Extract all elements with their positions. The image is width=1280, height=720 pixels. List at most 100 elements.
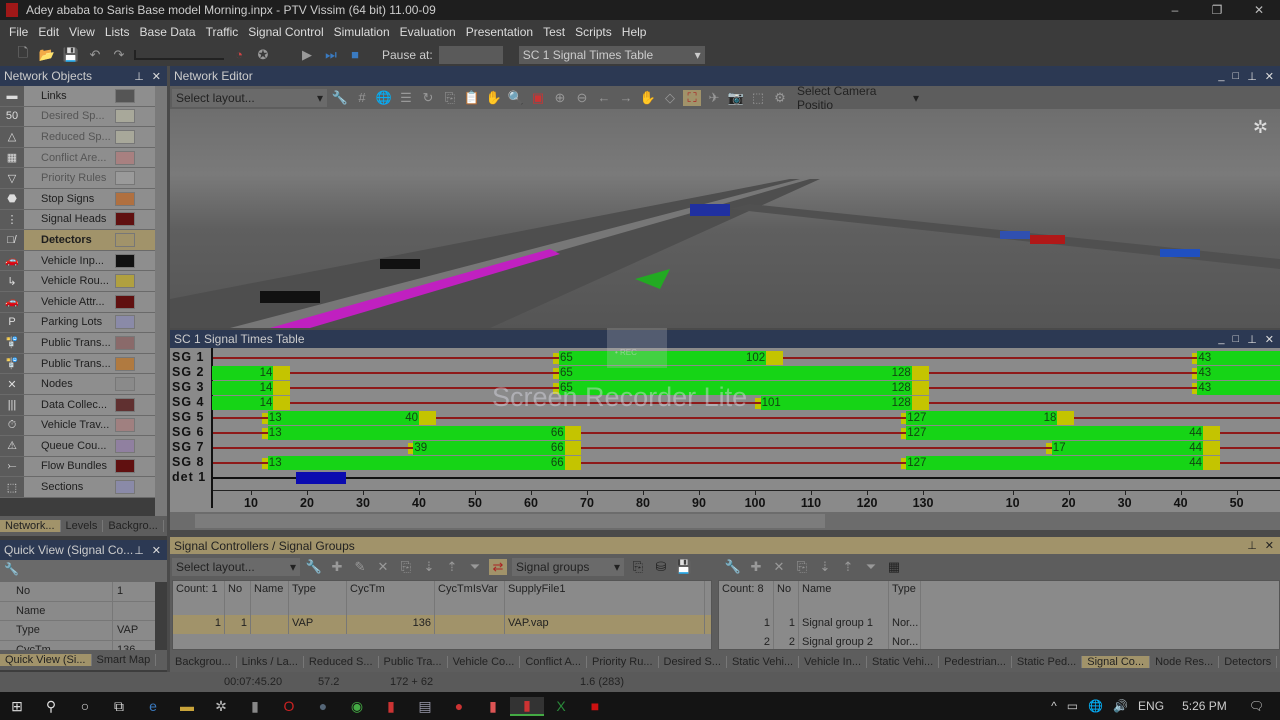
app-icon[interactable]: ● [442,698,476,714]
list-tab[interactable]: Static Vehi... [867,656,940,668]
app-icon[interactable]: ▮ [476,698,510,715]
language-indicator[interactable]: ENG [1138,699,1164,713]
play-icon[interactable]: ▶ [298,47,316,63]
network-object-style-swatch[interactable] [115,274,135,289]
column-header[interactable]: Name [799,581,889,615]
column-header[interactable]: SupplyFile1 [505,581,705,615]
maximize-icon[interactable]: □ [1233,70,1240,83]
network-object-item[interactable]: ⋮ Signal Heads [0,209,155,231]
close-icon[interactable]: ✕ [152,70,161,83]
network-object-item[interactable]: ⤚ Flow Bundles [0,456,155,478]
3d-network-view[interactable]: ✲ [170,109,1280,328]
view-select[interactable]: SC 1 Signal Times Table ▾ [518,45,705,64]
network-object-style-swatch[interactable] [115,480,135,495]
list-tab[interactable]: Node Res... [1150,656,1220,668]
save-icon[interactable]: 💾 [675,559,693,575]
minimize-icon[interactable]: _ [1218,70,1224,83]
open-folder-icon[interactable]: 📂 [38,47,56,63]
list-tab[interactable]: Links / La... [237,656,304,668]
arrow-forward-icon[interactable]: → [617,90,635,105]
network-object-style-swatch[interactable] [115,438,135,453]
camera-position-select[interactable]: Select Camera Positio ▾ [793,84,923,112]
zoom-in-icon[interactable]: ⊕ [551,90,569,106]
stop-icon[interactable]: ■ [346,47,364,62]
edge-icon[interactable]: e [136,698,170,714]
search-icon[interactable]: ⚲ [34,698,68,715]
list-tab[interactable]: Vehicle Co... [448,656,521,668]
list-tab[interactable]: Priority Ru... [587,656,659,668]
column-header[interactable]: Count: 1 [173,581,225,615]
menu-scripts[interactable]: Scripts [570,25,617,39]
3d-view-icon[interactable]: ⬚ [749,90,767,106]
filter-icon[interactable]: ⏷ [466,559,484,575]
refresh-icon[interactable]: ↻ [419,90,437,106]
pin-icon[interactable]: ⊥ [134,544,144,557]
network-object-style-swatch[interactable] [115,253,135,268]
column-header[interactable]: Type [289,581,347,615]
column-header[interactable]: CycTm [347,581,435,615]
pin-icon[interactable]: ⊥ [134,70,144,83]
list-tab[interactable]: Conflict A... [520,656,587,668]
network-object-item[interactable]: ▬ Links [0,86,155,107]
list-tab[interactable]: Desired S... [659,656,727,668]
network-object-item[interactable]: ⚠ Queue Cou... [0,436,155,457]
restore-button[interactable]: ❐ [1196,3,1238,17]
signal-program-icon[interactable]: ▦ [885,559,903,575]
network-object-item[interactable]: △ Reduced Sp... [0,127,155,148]
column-header[interactable]: No [225,581,251,615]
network-object-item[interactable]: ||| Data Collec... [0,394,155,416]
eraser-icon[interactable]: ◇ [661,90,679,106]
copy-icon[interactable]: ⎘ [629,559,647,575]
network-object-style-swatch[interactable] [115,397,135,412]
excel-icon[interactable]: X [544,698,578,714]
sort-descending-icon[interactable]: ⇡ [443,559,461,575]
zoom-all-icon[interactable]: ▣ [529,90,547,106]
network-object-style-swatch[interactable] [115,109,135,124]
attribute-value[interactable]: 136 [112,640,155,650]
table-row[interactable]: 1 1 VAP 136 VAP.vap [173,615,711,634]
menu-edit[interactable]: Edit [33,25,64,39]
add-icon[interactable]: ✚ [328,559,346,575]
duplicate-icon[interactable]: ⎘ [397,559,415,575]
tab-0[interactable]: Network... [0,520,61,532]
network-object-item[interactable]: 🚗 Vehicle Inp... [0,250,155,272]
app-icon[interactable]: ✲ [204,698,238,715]
network-object-style-swatch[interactable] [115,335,135,350]
sort-ascending-icon[interactable]: ⇣ [816,559,834,575]
column-header[interactable]: No [774,581,799,615]
network-object-item[interactable]: □/ Detectors [0,230,155,251]
network-object-item[interactable]: ⏱ Vehicle Trav... [0,415,155,437]
column-header[interactable]: Name [251,581,289,615]
add-icon[interactable]: ✚ [747,559,765,575]
close-button[interactable]: ✕ [1238,3,1280,17]
list-tab[interactable]: Static Ped... [1012,656,1083,668]
grid-icon[interactable]: # [353,90,371,105]
menu-help[interactable]: Help [617,25,652,39]
menu-signal-control[interactable]: Signal Control [243,25,328,39]
legend-icon[interactable]: ☰ [397,90,415,106]
paste-icon[interactable]: 📋 [463,90,481,106]
3d-navigation-icon[interactable]: ✲ [1253,117,1268,138]
opera-icon[interactable]: O [272,698,306,714]
fly-mode-icon[interactable]: ✈ [705,90,723,106]
list-tab[interactable]: Static Vehi... [727,656,800,668]
notifications-icon[interactable]: 🗨 [1249,699,1264,713]
table-row[interactable]: 1 1 Signal group 1 Nor... [719,615,1279,634]
column-header[interactable]: Type [889,581,921,615]
copy-icon[interactable]: ⎘ [441,90,459,106]
minimize-icon[interactable]: _ [1218,333,1224,346]
close-icon[interactable]: ✕ [1265,70,1274,83]
new-file-icon[interactable]: 🗋 [14,44,32,66]
scrollbar-thumb[interactable] [195,514,825,528]
duplicate-icon[interactable]: ⎘ [793,559,811,575]
network-object-style-swatch[interactable] [115,191,135,206]
notepad-icon[interactable]: ▤ [408,698,442,715]
undo-icon[interactable]: ↶ [86,47,104,63]
menu-traffic[interactable]: Traffic [201,25,244,39]
wrench-icon[interactable]: 🔧 [331,90,349,106]
wrench-icon[interactable]: 🔧 [4,562,19,576]
horizontal-scrollbar[interactable] [170,512,1280,530]
edit-icon[interactable]: ✎ [351,559,369,575]
list-scrollbar[interactable] [155,86,167,516]
attribute-value[interactable]: 1 [112,582,155,601]
